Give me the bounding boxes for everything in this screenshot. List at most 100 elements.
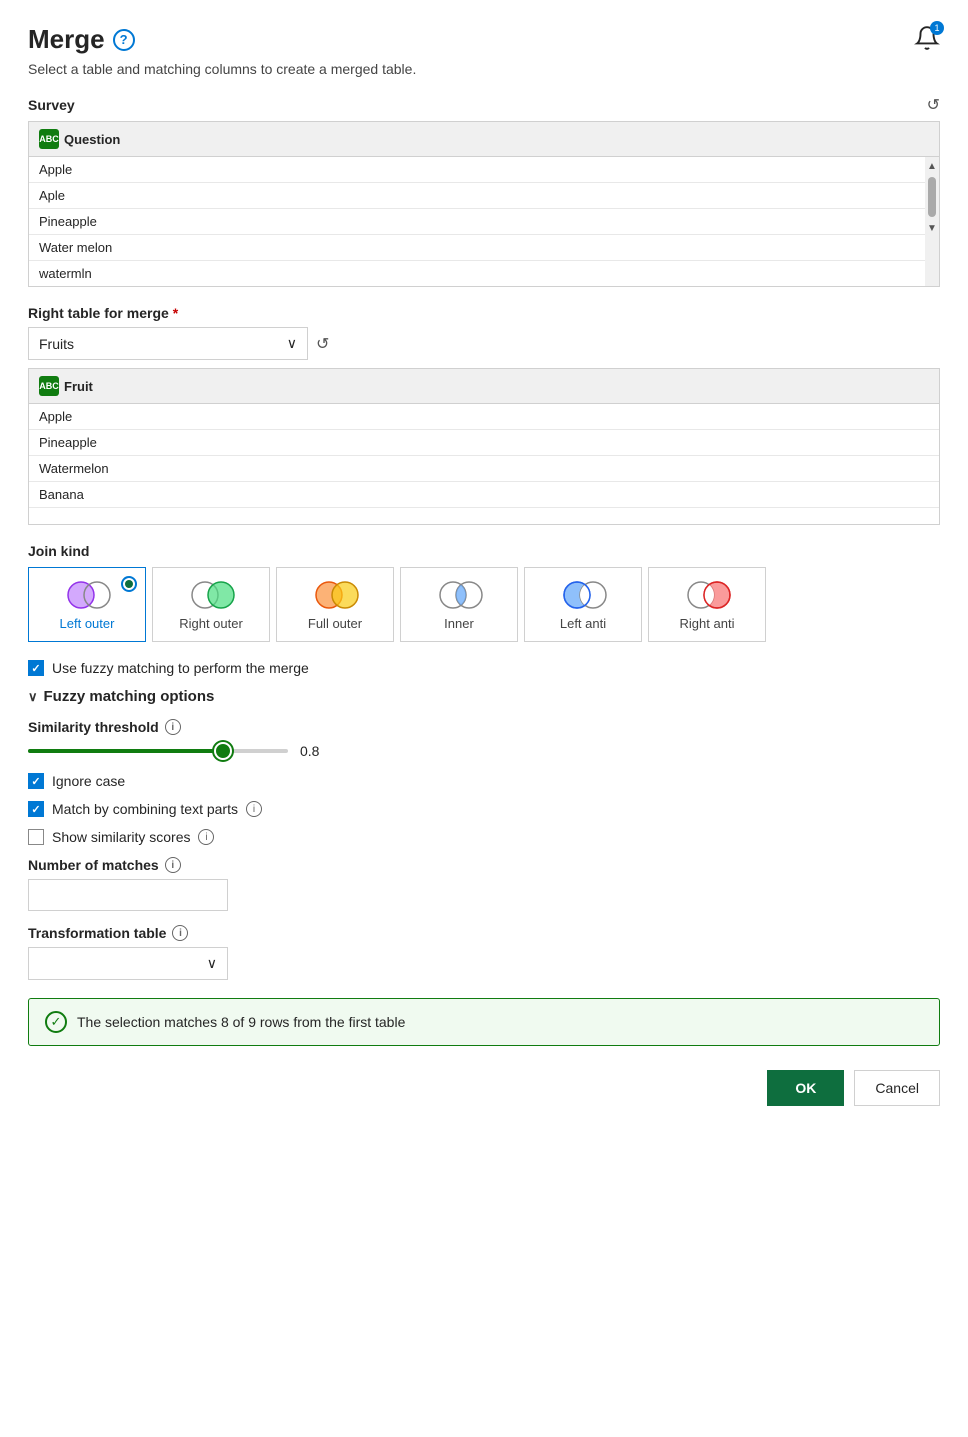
left-table: ABC Question Apple Aple Pineapple Water … bbox=[28, 121, 940, 287]
slider-thumb[interactable] bbox=[214, 742, 232, 760]
scroll-thumb[interactable] bbox=[928, 177, 936, 217]
bell-badge: 1 bbox=[930, 21, 944, 35]
full-outer-circles bbox=[311, 578, 359, 610]
similarity-label-row: Similarity threshold i bbox=[28, 719, 940, 735]
left-outer-label: Left outer bbox=[60, 616, 115, 631]
table-row: Banana bbox=[29, 482, 939, 508]
table-row: watermln bbox=[29, 261, 925, 286]
match-combining-checkbox[interactable]: ✓ bbox=[28, 801, 44, 817]
join-option-left-outer[interactable]: Left outer bbox=[28, 567, 146, 642]
slider-row: 0.8 bbox=[28, 743, 940, 759]
right-outer-circles bbox=[187, 578, 235, 610]
table-row: Pineapple bbox=[29, 209, 925, 235]
table-row: Watermelon bbox=[29, 456, 939, 482]
slider-track[interactable] bbox=[28, 749, 288, 753]
ignore-case-checkbox[interactable]: ✓ bbox=[28, 773, 44, 789]
show-similarity-row: Show similarity scores i bbox=[28, 829, 940, 845]
left-col-type-icon: ABC bbox=[39, 129, 59, 149]
right-anti-circles bbox=[683, 578, 731, 610]
table-row: Aple bbox=[29, 183, 925, 209]
join-option-inner[interactable]: Inner bbox=[400, 567, 518, 642]
match-combining-label: Match by combining text parts bbox=[52, 801, 238, 817]
help-icon[interactable]: ? bbox=[113, 29, 135, 51]
action-buttons: OK Cancel bbox=[28, 1070, 940, 1106]
match-combining-row: ✓ Match by combining text parts i bbox=[28, 801, 940, 817]
number-of-matches-input[interactable] bbox=[28, 879, 228, 911]
left-anti-circles bbox=[559, 578, 607, 610]
left-table-refresh[interactable]: ↺ bbox=[927, 95, 940, 115]
scroll-up[interactable]: ▲ bbox=[925, 157, 939, 175]
transformation-table-info-icon[interactable]: i bbox=[172, 925, 188, 941]
radio-dot-inner bbox=[125, 580, 133, 588]
transformation-table-label: Transformation table i bbox=[28, 925, 940, 941]
table-row: Apple bbox=[29, 404, 939, 430]
right-table-dropdown-row: Fruits ∨ ↺ bbox=[28, 327, 940, 360]
page-subtitle: Select a table and matching columns to c… bbox=[28, 61, 940, 77]
show-similarity-label: Show similarity scores bbox=[52, 829, 190, 845]
join-options: Left outer Right outer Full outer bbox=[28, 567, 940, 642]
page-title: Merge bbox=[28, 24, 105, 55]
fuzzy-section-title: ∨ Fuzzy matching options bbox=[28, 688, 940, 705]
table-row: Water melon bbox=[29, 235, 925, 261]
inner-label: Inner bbox=[444, 616, 474, 631]
left-table-label: Survey bbox=[28, 97, 75, 113]
status-message: The selection matches 8 of 9 rows from t… bbox=[77, 1014, 405, 1030]
join-option-full-outer[interactable]: Full outer bbox=[276, 567, 394, 642]
fuzzy-checkbox[interactable]: ✓ bbox=[28, 660, 44, 676]
right-table-body: Apple Pineapple Watermelon Banana bbox=[29, 404, 939, 524]
fuzzy-chevron[interactable]: ∨ bbox=[28, 689, 38, 705]
left-table-scroll[interactable]: Apple Aple Pineapple Water melon waterml… bbox=[29, 157, 939, 286]
ignore-case-label: Ignore case bbox=[52, 773, 125, 789]
number-matches-label: Number of matches i bbox=[28, 857, 940, 873]
radio-dot-left-outer bbox=[121, 576, 137, 592]
inner-circles bbox=[435, 578, 483, 610]
table-row: Pineapple bbox=[29, 430, 939, 456]
dropdown-chevron: ∨ bbox=[287, 335, 297, 352]
left-anti-label: Left anti bbox=[560, 616, 606, 631]
left-table-scrollbar[interactable]: ▲ ▼ bbox=[925, 157, 939, 286]
right-table-label: Right table for merge * bbox=[28, 305, 940, 321]
transformation-table-section: Transformation table i ∨ bbox=[28, 925, 940, 980]
transformation-chevron: ∨ bbox=[207, 955, 217, 972]
similarity-threshold-section: Similarity threshold i 0.8 bbox=[28, 719, 940, 759]
number-matches-info-icon[interactable]: i bbox=[165, 857, 181, 873]
number-of-matches-section: Number of matches i bbox=[28, 857, 940, 911]
show-similarity-info-icon[interactable]: i bbox=[198, 829, 214, 845]
bell-icon[interactable]: 1 bbox=[914, 25, 940, 54]
join-option-right-outer[interactable]: Right outer bbox=[152, 567, 270, 642]
left-table-header: ABC Question bbox=[29, 122, 939, 157]
left-outer-circles bbox=[63, 578, 111, 610]
table-row: Apple bbox=[29, 157, 925, 183]
transformation-table-dropdown[interactable]: ∨ bbox=[28, 947, 228, 980]
cancel-button[interactable]: Cancel bbox=[854, 1070, 940, 1106]
title-area: Merge ? bbox=[28, 24, 135, 55]
status-check-icon: ✓ bbox=[45, 1011, 67, 1033]
slider-fill bbox=[28, 749, 223, 753]
match-combining-check: ✓ bbox=[31, 803, 40, 816]
right-table-refresh[interactable]: ↺ bbox=[316, 334, 329, 354]
show-similarity-checkbox[interactable] bbox=[28, 829, 44, 845]
scroll-down[interactable]: ▼ bbox=[925, 219, 939, 237]
right-outer-label: Right outer bbox=[179, 616, 243, 631]
join-option-right-anti[interactable]: Right anti bbox=[648, 567, 766, 642]
join-kind-label: Join kind bbox=[28, 543, 940, 559]
slider-value: 0.8 bbox=[300, 743, 319, 759]
fuzzy-checkbox-label: Use fuzzy matching to perform the merge bbox=[52, 660, 309, 676]
right-table-dropdown[interactable]: Fruits ∨ bbox=[28, 327, 308, 360]
left-table-col-header: ABC Question bbox=[29, 122, 130, 156]
status-bar: ✓ The selection matches 8 of 9 rows from… bbox=[28, 998, 940, 1046]
ok-button[interactable]: OK bbox=[767, 1070, 844, 1106]
fuzzy-checkbox-check: ✓ bbox=[31, 662, 40, 675]
full-outer-label: Full outer bbox=[308, 616, 362, 631]
ignore-case-row: ✓ Ignore case bbox=[28, 773, 940, 789]
ignore-case-check: ✓ bbox=[31, 775, 40, 788]
right-anti-label: Right anti bbox=[680, 616, 735, 631]
right-table-header: ABC Fruit bbox=[29, 369, 939, 404]
header: Merge ? 1 bbox=[28, 24, 940, 55]
table-bottom-space bbox=[29, 508, 939, 524]
match-combining-info-icon[interactable]: i bbox=[246, 801, 262, 817]
right-table: ABC Fruit Apple Pineapple Watermelon Ban… bbox=[28, 368, 940, 525]
fuzzy-options-section: ∨ Fuzzy matching options Similarity thre… bbox=[28, 688, 940, 980]
join-option-left-anti[interactable]: Left anti bbox=[524, 567, 642, 642]
similarity-info-icon[interactable]: i bbox=[165, 719, 181, 735]
